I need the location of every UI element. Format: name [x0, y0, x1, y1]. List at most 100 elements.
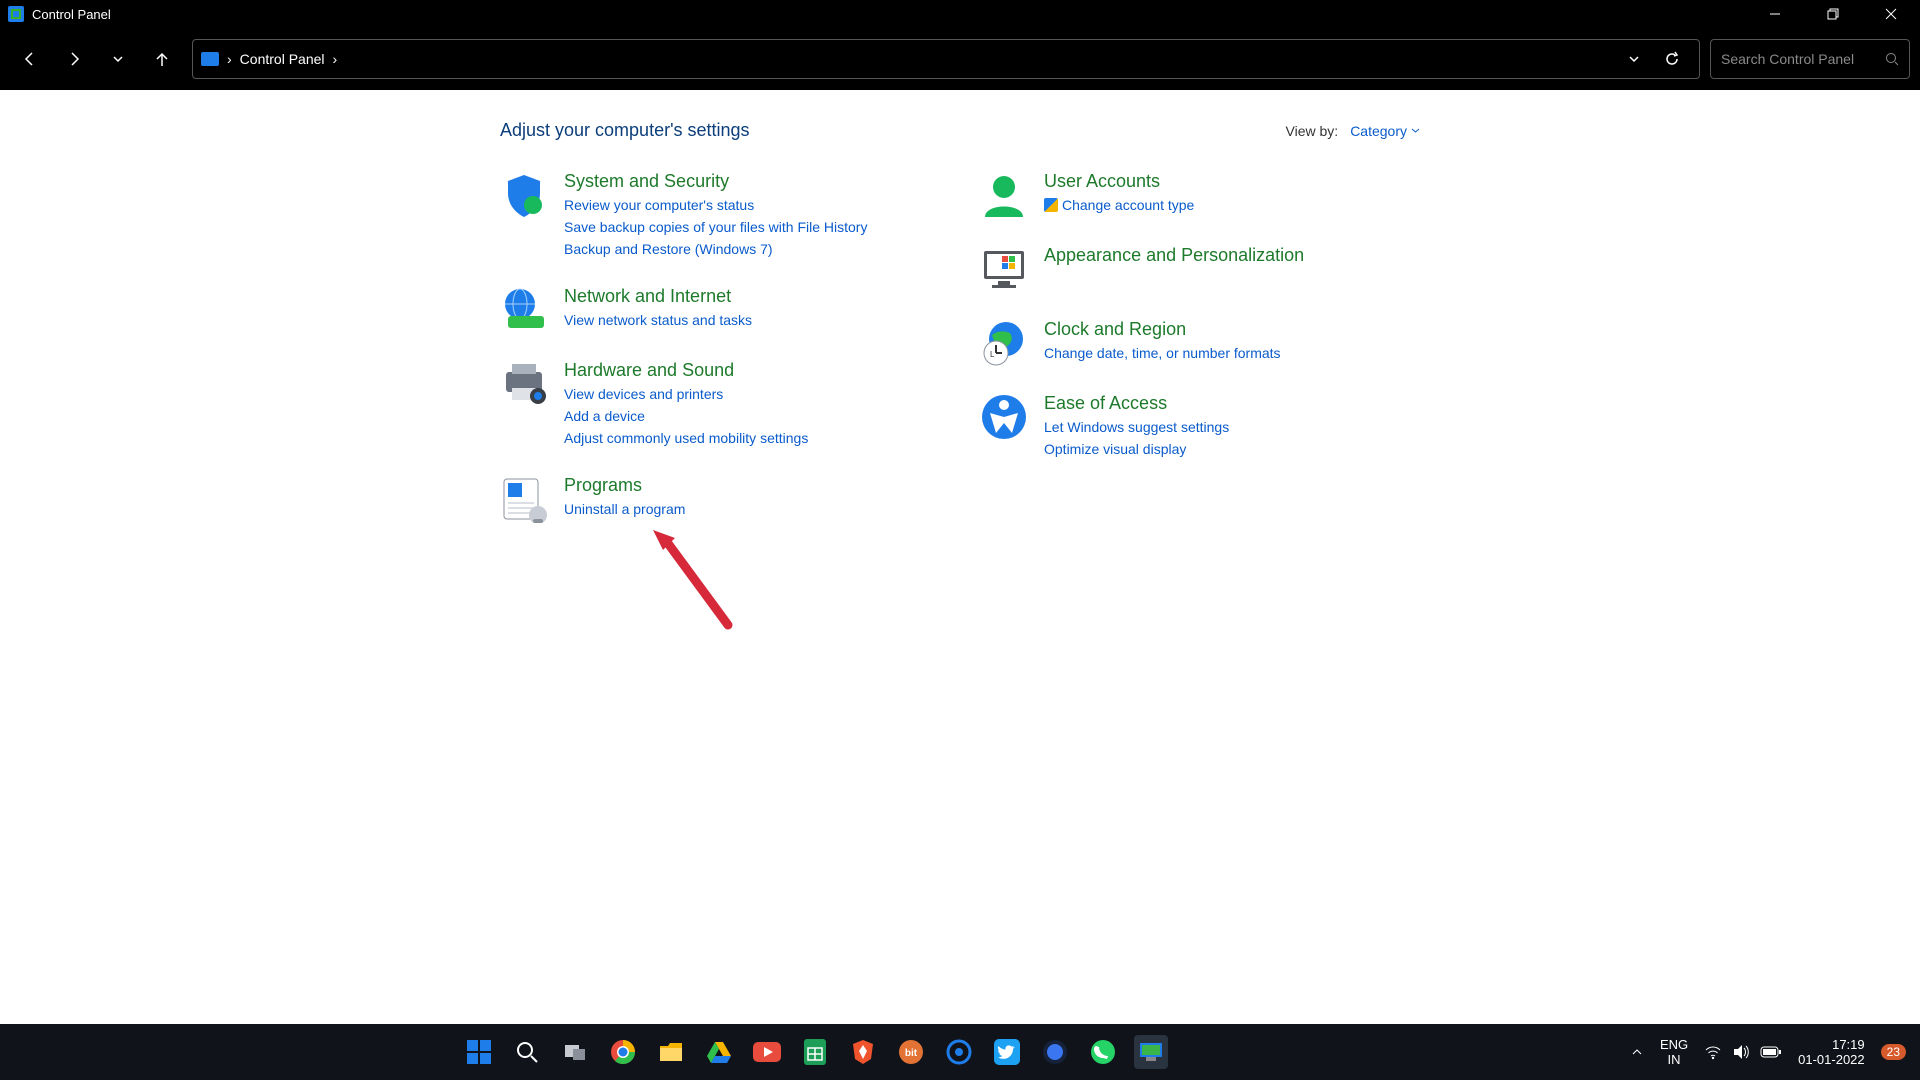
category-appearance: Appearance and Personalization — [980, 245, 1420, 293]
close-button[interactable] — [1862, 0, 1920, 28]
breadcrumb-root[interactable]: Control Panel — [240, 51, 325, 67]
up-button[interactable] — [142, 39, 182, 79]
page-title: Adjust your computer's settings — [500, 120, 750, 141]
breadcrumb-separator: › — [227, 51, 232, 67]
category-title[interactable]: Network and Internet — [564, 286, 752, 307]
uac-shield-icon — [1044, 198, 1058, 212]
category-hardware-sound: Hardware and Sound View devices and prin… — [500, 360, 940, 449]
category-title[interactable]: Appearance and Personalization — [1044, 245, 1304, 266]
lang-primary: ENG — [1660, 1037, 1688, 1052]
category-user-accounts: User Accounts Change account type — [980, 171, 1420, 219]
category-system-security: System and Security Review your computer… — [500, 171, 940, 260]
window-title: Control Panel — [32, 7, 111, 22]
breadcrumb-separator: › — [333, 51, 338, 67]
minimize-button[interactable] — [1746, 0, 1804, 28]
bitly-icon[interactable]: bit — [894, 1035, 928, 1069]
category-link[interactable]: Adjust commonly used mobility settings — [564, 427, 808, 449]
category-link[interactable]: Backup and Restore (Windows 7) — [564, 238, 867, 260]
address-dropdown-button[interactable] — [1615, 39, 1653, 79]
start-button[interactable] — [462, 1035, 496, 1069]
clock-time: 17:19 — [1798, 1037, 1865, 1052]
shield-icon — [500, 171, 548, 219]
globe-icon — [500, 286, 548, 334]
category-title[interactable]: Programs — [564, 475, 685, 496]
svg-text:bit: bit — [905, 1048, 918, 1059]
category-ease-of-access: Ease of Access Let Windows suggest setti… — [980, 393, 1420, 460]
google-drive-icon[interactable] — [702, 1035, 736, 1069]
back-button[interactable] — [10, 39, 50, 79]
monitor-icon — [980, 245, 1028, 293]
category-link[interactable]: Let Windows suggest settings — [1044, 416, 1229, 438]
category-link[interactable]: View network status and tasks — [564, 309, 752, 331]
tray-expand-icon[interactable] — [1630, 1045, 1644, 1059]
category-link[interactable]: Optimize visual display — [1044, 438, 1229, 460]
clock-globe-icon: L — [980, 319, 1028, 367]
search-placeholder: Search Control Panel — [1721, 51, 1854, 67]
maximize-button[interactable] — [1804, 0, 1862, 28]
category-programs: Programs Uninstall a program — [500, 475, 940, 523]
accessibility-icon — [980, 393, 1028, 441]
taskview-button[interactable] — [558, 1035, 592, 1069]
category-link[interactable]: Add a device — [564, 405, 808, 427]
recent-button[interactable] — [98, 39, 138, 79]
annotation-arrow — [653, 530, 743, 640]
printer-icon — [500, 360, 548, 408]
category-network-internet: Network and Internet View network status… — [500, 286, 940, 334]
search-box[interactable]: Search Control Panel — [1710, 39, 1910, 79]
category-link[interactable]: Change account type — [1044, 194, 1194, 216]
category-link[interactable]: Uninstall a program — [564, 498, 685, 520]
category-title[interactable]: System and Security — [564, 171, 867, 192]
viewby-value: Category — [1350, 123, 1407, 139]
taskbar-center: bit — [0, 1035, 1630, 1069]
navbar: › Control Panel › Search Control Panel — [0, 28, 1920, 90]
control-panel-icon — [201, 52, 219, 66]
search-icon — [1885, 52, 1899, 66]
category-link[interactable]: Review your computer's status — [564, 194, 867, 216]
category-title[interactable]: Ease of Access — [1044, 393, 1229, 414]
clock-date: 01-01-2022 — [1798, 1052, 1865, 1067]
programs-icon — [500, 475, 548, 523]
left-column: System and Security Review your computer… — [500, 171, 940, 523]
refresh-button[interactable] — [1653, 39, 1691, 79]
volume-icon[interactable] — [1732, 1043, 1750, 1061]
chevron-down-icon — [1411, 126, 1420, 135]
clock-widget[interactable]: 17:19 01-01-2022 — [1798, 1037, 1865, 1067]
content-area: Adjust your computer's settings View by:… — [0, 90, 1920, 523]
window-controls — [1746, 0, 1920, 28]
viewby-label: View by: — [1286, 123, 1339, 139]
link-text: Change account type — [1062, 194, 1194, 216]
category-title[interactable]: Hardware and Sound — [564, 360, 808, 381]
language-indicator[interactable]: ENG IN — [1660, 1037, 1688, 1067]
category-clock-region: L Clock and Region Change date, time, or… — [980, 319, 1420, 367]
category-link[interactable]: Change date, time, or number formats — [1044, 342, 1281, 364]
category-link[interactable]: View devices and printers — [564, 383, 808, 405]
category-title[interactable]: User Accounts — [1044, 171, 1194, 192]
address-bar[interactable]: › Control Panel › — [192, 39, 1700, 79]
user-icon — [980, 171, 1028, 219]
youtube-icon[interactable] — [750, 1035, 784, 1069]
chrome-icon[interactable] — [606, 1035, 640, 1069]
file-explorer-icon[interactable] — [654, 1035, 688, 1069]
sheets-icon[interactable] — [798, 1035, 832, 1069]
system-tray: ENG IN 17:19 01-01-2022 23 — [1630, 1037, 1920, 1067]
app-icon-blue-c[interactable] — [942, 1035, 976, 1069]
whatsapp-icon[interactable] — [1086, 1035, 1120, 1069]
titlebar: Control Panel — [0, 0, 1920, 28]
signal-icon[interactable] — [1038, 1035, 1072, 1069]
right-column: User Accounts Change account type Appear… — [980, 171, 1420, 523]
notification-badge[interactable]: 23 — [1881, 1044, 1906, 1060]
lang-secondary: IN — [1660, 1052, 1688, 1067]
control-panel-taskbar-icon[interactable] — [1134, 1035, 1168, 1069]
viewby-dropdown[interactable]: Category — [1350, 123, 1420, 139]
battery-icon[interactable] — [1760, 1045, 1782, 1059]
forward-button[interactable] — [54, 39, 94, 79]
taskbar: bit ENG IN 17:19 01-01-2022 — [0, 1024, 1920, 1080]
category-title[interactable]: Clock and Region — [1044, 319, 1281, 340]
category-link[interactable]: Save backup copies of your files with Fi… — [564, 216, 867, 238]
svg-text:L: L — [990, 350, 995, 359]
wifi-icon[interactable] — [1704, 1043, 1722, 1061]
search-button[interactable] — [510, 1035, 544, 1069]
app-icon — [8, 6, 24, 22]
brave-icon[interactable] — [846, 1035, 880, 1069]
twitter-icon[interactable] — [990, 1035, 1024, 1069]
